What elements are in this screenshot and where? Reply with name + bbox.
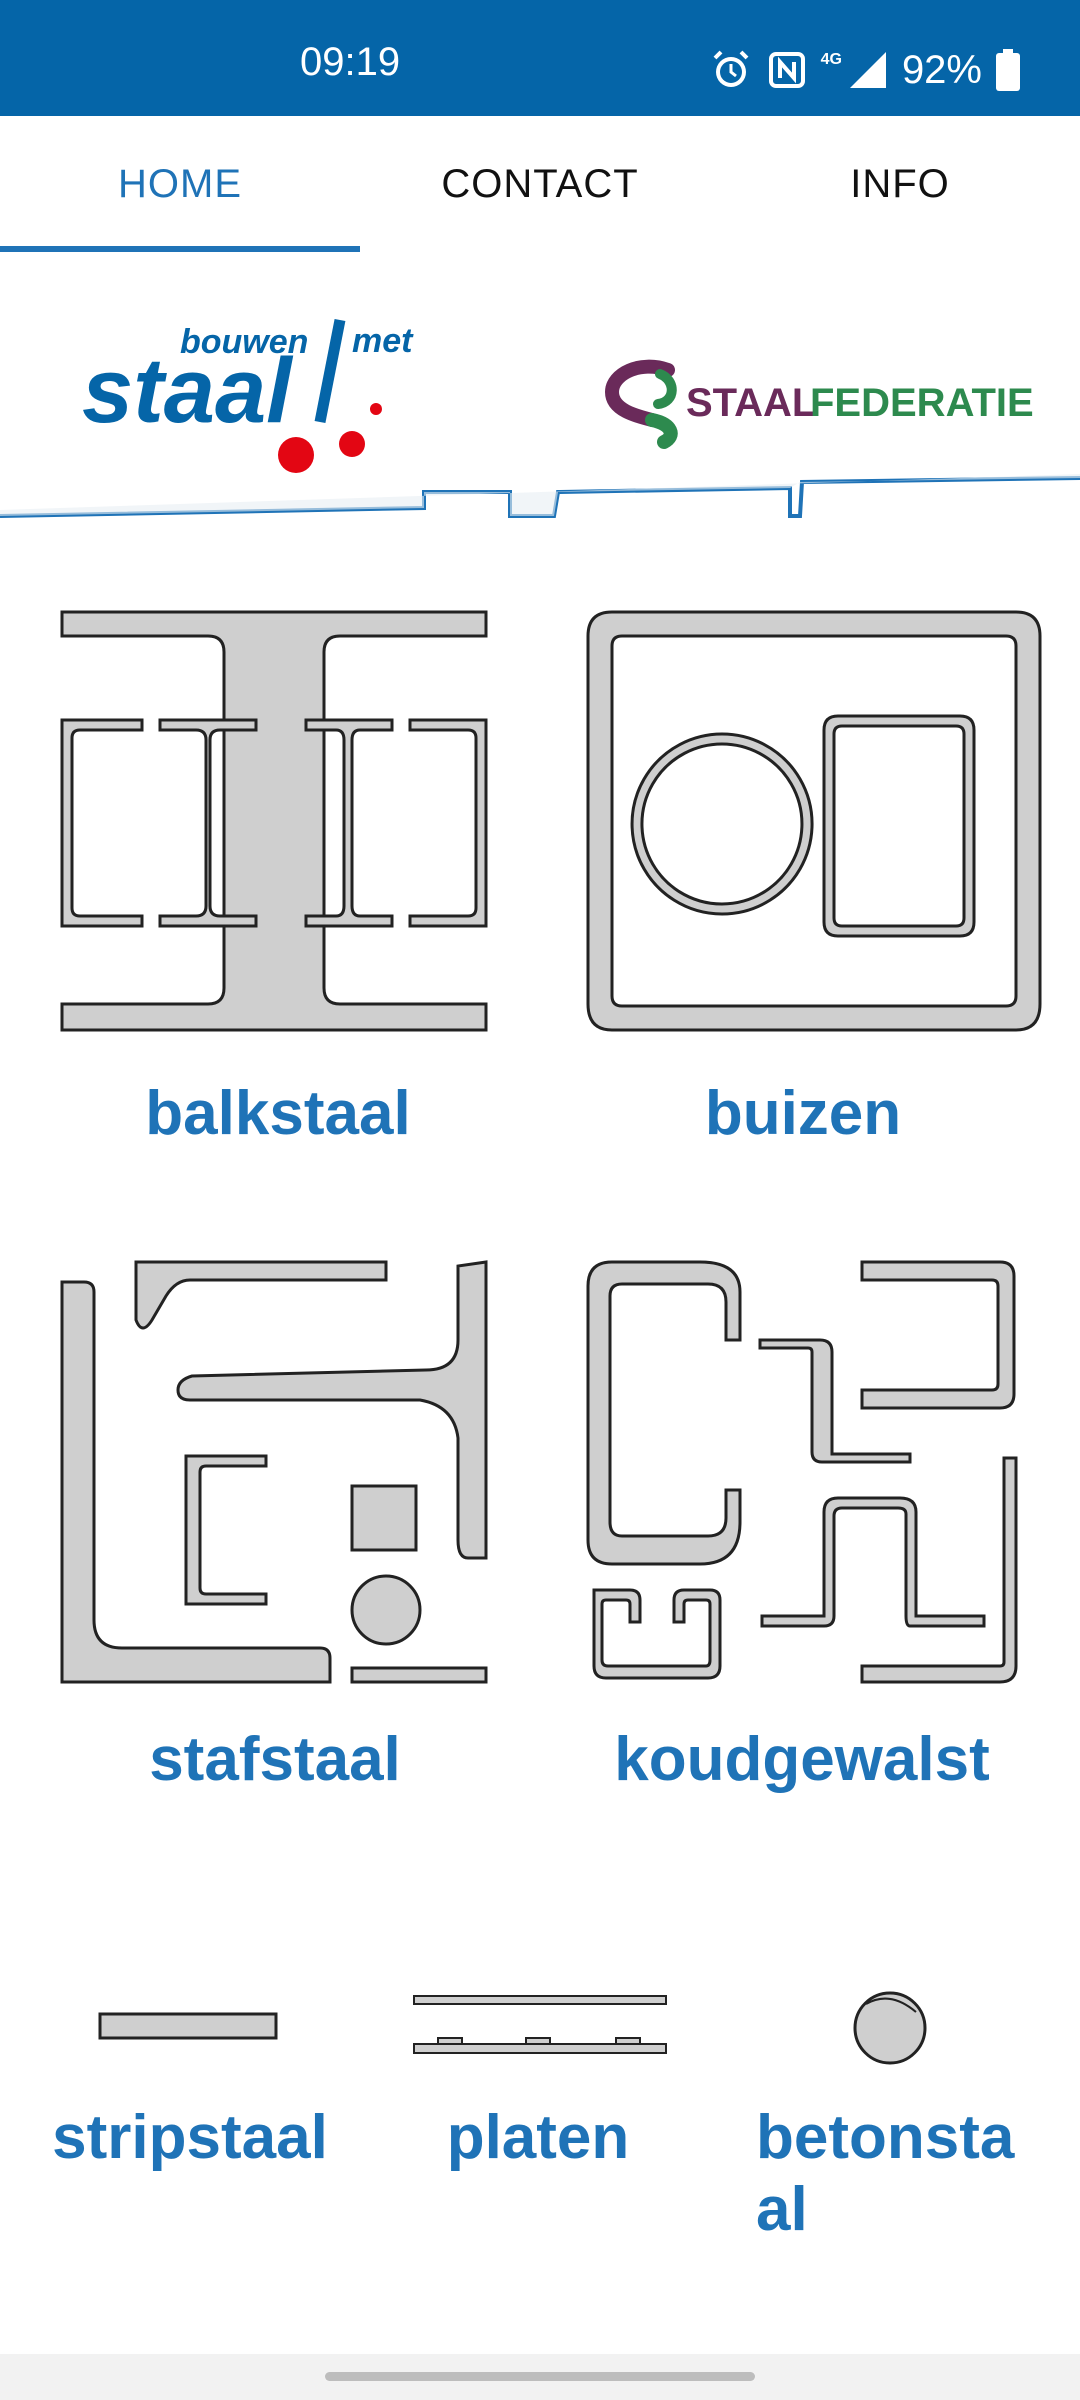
status-icons: 4G 92%: [709, 40, 1020, 100]
logo-red-dot-small: [370, 403, 382, 415]
category-tile-buizen[interactable]: buizen: [560, 590, 1060, 1170]
bouwen-met-staal-logo: bouwen met staal: [82, 318, 414, 473]
category-label-stripstaal: stripstaal: [52, 2103, 328, 2172]
logo-header: bouwen met staal STAAL FEDERATIE: [0, 252, 1080, 532]
platen-icon: [413, 1995, 667, 2054]
category-tile-koudgewalst[interactable]: koudgewalst: [560, 1240, 1060, 1820]
tab-bar: HOME CONTACT INFO: [0, 116, 1080, 252]
category-label-platen: platen: [446, 2103, 630, 2172]
category-tile-balkstaal[interactable]: balkstaal: [40, 590, 540, 1170]
staalfederatie-logo: STAAL FEDERATIE: [604, 359, 1034, 449]
logo-red-dot-large: [278, 437, 314, 473]
category-tile-platen[interactable]: platen: [400, 1970, 680, 2210]
home-gesture-handle[interactable]: [325, 2372, 755, 2381]
betonstaal-icon: [853, 1991, 927, 2065]
buizen-icon: [586, 610, 1042, 1032]
tab-contact[interactable]: CONTACT: [360, 116, 720, 252]
balkstaal-icon: [60, 610, 488, 1032]
stripstaal-icon: [98, 2012, 278, 2040]
signal-icon: [849, 52, 886, 88]
logo-staal-text: staal: [82, 340, 294, 442]
logo-header-graphic: bouwen met staal STAAL FEDERATIE: [0, 318, 1080, 518]
battery-percent: 92%: [901, 47, 982, 92]
battery-icon: [996, 49, 1020, 91]
category-label-betonstaal-line1: betonsta: [756, 2103, 1015, 2172]
status-time: 09:19: [300, 40, 401, 84]
logo-red-dot-medium: [339, 431, 365, 457]
nfc-icon: [768, 52, 805, 88]
stafstaal-icon: [60, 1260, 488, 1684]
logo-staal-part: STAAL: [686, 381, 816, 425]
alarm-icon: [713, 50, 749, 87]
tab-info[interactable]: INFO: [720, 116, 1080, 252]
logo-federatie-part: FEDERATIE: [810, 381, 1034, 425]
category-label-buizen: buizen: [704, 1079, 902, 1148]
tab-home[interactable]: HOME: [0, 116, 360, 252]
logo-met-text: met: [352, 322, 414, 360]
category-tile-betonstaal[interactable]: betonsta al: [740, 1970, 1040, 2260]
category-label-betonstaal-line2: al: [756, 2175, 808, 2244]
category-tile-stafstaal[interactable]: stafstaal: [40, 1240, 540, 1820]
category-label-koudgewalst: koudgewalst: [614, 1725, 990, 1794]
category-tile-stripstaal[interactable]: stripstaal: [40, 1970, 340, 2210]
category-label-balkstaal: balkstaal: [145, 1079, 411, 1148]
status-bar: 09:19 4G 92%: [0, 0, 1080, 116]
network-type-label: 4G: [820, 51, 842, 68]
category-label-stafstaal: stafstaal: [149, 1725, 401, 1794]
koudgewalst-icon: [586, 1260, 1018, 1684]
